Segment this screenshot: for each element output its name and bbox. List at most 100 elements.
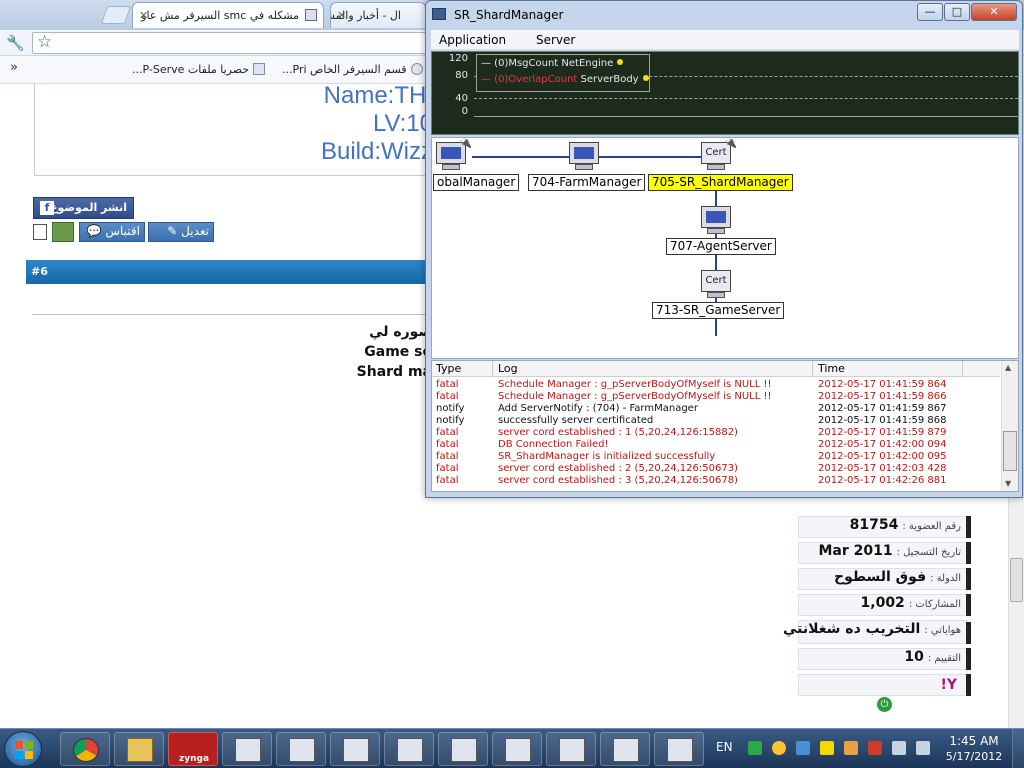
volume-icon[interactable] [916,741,930,755]
log-row[interactable]: notify successfully server certificated 20… [432,415,1000,427]
show-desktop-button[interactable] [1012,729,1024,768]
node-game-server[interactable]: 713-SR_GameServer [652,302,785,319]
column-separator[interactable] [492,361,493,377]
log-time: 2012-05-17 01:41:59 864 [818,379,947,390]
column-header-log[interactable]: Log [498,362,518,375]
cert-server-icon[interactable]: Cert 🔌 [701,138,737,172]
maximize-button[interactable]: □ [944,3,970,21]
column-separator[interactable] [812,361,813,377]
new-tab-button[interactable] [100,6,132,24]
log-row[interactable]: fatal SR_ShardManager is initialized succ… [432,451,1000,463]
speaker-tray-icon[interactable] [844,741,858,755]
taskbar-window[interactable] [330,732,380,766]
chevron-double-icon[interactable]: » [10,60,18,75]
close-icon[interactable]: ✕ [139,9,148,22]
tab-active[interactable]: ✕ مشكله في smc السيرفر مش عاو [132,2,324,28]
legend-entry: — (0)MsgCount NetEngine [481,58,624,69]
close-button[interactable]: ✕ [971,3,1017,21]
menu-server[interactable]: Server [536,33,575,47]
log-row[interactable]: fatal DB Connection Failed! 2012-05-17 01:… [432,439,1000,451]
window-title: SR_ShardManager [454,8,564,22]
yahoo-row[interactable]: Y! [798,674,968,696]
wrench-icon[interactable]: 🔧 [6,34,25,52]
log-list[interactable]: Type Log Time fatal Schedule Manager : g_… [431,360,1019,492]
clock-date[interactable]: 5/17/2012 [944,750,1004,763]
column-separator[interactable] [962,361,963,377]
taskbar-window[interactable] [654,732,704,766]
scroll-up-icon[interactable]: ▲ [1005,363,1011,372]
close-icon[interactable]: ✕ [337,9,346,22]
log-row[interactable]: fatal Schedule Manager : g_pServerBodyOfM… [432,391,1000,403]
address-bar[interactable]: ☆ [32,32,432,54]
scroll-down-icon[interactable]: ▼ [1005,479,1011,488]
taskbar-explorer[interactable] [114,732,164,766]
cert-server-icon[interactable]: Cert [701,270,731,300]
server-monitor-icon[interactable]: 🔌 [436,138,472,172]
clock-time[interactable]: 1:45 AM [944,734,1004,748]
multiquote-icon[interactable] [52,222,74,242]
menu-application[interactable]: Application [439,33,506,47]
yahoo-icon[interactable]: Y! [940,677,957,693]
edit-button[interactable]: تعديل ✎ [148,222,214,242]
user-info-value: التخريب ده شغلانتي [783,621,921,637]
network-tray-icon[interactable] [748,741,762,755]
divider [32,314,432,315]
taskbar-zynga[interactable]: zynga [168,732,218,766]
smiley-tray-icon[interactable] [772,741,786,755]
log-row[interactable]: fatal server cord established : 1 (5,20,2… [432,427,1000,439]
page-icon [305,9,317,21]
log-scrollbar[interactable]: ▲ ▼ [1001,361,1018,491]
column-header-time[interactable]: Time [818,362,845,375]
taskbar-window[interactable] [276,732,326,766]
gridline [474,98,1018,99]
quote-button[interactable]: اقتباس 💬 [79,222,145,242]
log-row[interactable]: fatal server cord established : 2 (5,20,2… [432,463,1000,475]
log-type: fatal [436,463,459,474]
log-row[interactable]: fatal server cord established : 3 (5,20,2… [432,475,1000,487]
taskbar: zynga EN 1:45 AM 5/17/2012 [0,728,1024,768]
star-icon[interactable]: ☆ [37,32,52,52]
scrollbar-thumb[interactable] [1010,558,1023,602]
tab-1[interactable]: ✕ ال - أخبار والمشاكل [330,2,426,28]
globe-tray-icon[interactable] [796,741,810,755]
user-info-label: الدولة : [930,573,961,584]
bookmark-2[interactable]: قسم السيرفر الخاص Pri... [282,63,423,76]
legend-series: NetEngine [561,58,614,69]
column-header-type[interactable]: Type [436,362,461,375]
bookmark-1[interactable]: حصريا ملفات P-Serve... [132,63,266,76]
taskbar-window[interactable] [600,732,650,766]
start-button[interactable] [4,731,42,767]
log-row[interactable]: notify Add ServerNotify : (704) - FarmMan… [432,403,1000,415]
taskbar-window[interactable] [384,732,434,766]
taskbar-window[interactable] [492,732,542,766]
app-window-icon [397,738,423,762]
node-shard-manager[interactable]: 705-SR_ShardManager [648,174,793,191]
monitor-tray-icon[interactable] [892,741,906,755]
language-indicator[interactable]: EN [716,740,733,754]
taskbar-window[interactable] [222,732,272,766]
node-farm-manager[interactable]: 704-FarmManager [528,174,646,191]
row-marker [966,674,971,696]
user-info-row: رقم العضوية :81754 [798,516,968,538]
filezilla-tray-icon[interactable] [820,741,834,755]
flag-tray-icon[interactable] [868,741,882,755]
user-info-label: رقم العضوية : [902,521,961,532]
post-text-line: Shard ma [356,364,432,380]
report-icon[interactable] [33,224,47,240]
log-time: 2012-05-17 01:42:00 095 [818,451,947,462]
server-monitor-icon[interactable] [569,142,599,172]
log-type: fatal [436,427,459,438]
server-monitor-icon[interactable] [701,206,731,236]
tab-0-title: مشكله في smc السيرفر مش عاو [141,9,299,22]
taskbar-window[interactable] [546,732,596,766]
taskbar-chrome[interactable] [60,732,110,766]
title-bar[interactable]: SR_ShardManager — □ ✕ [426,1,1022,29]
node-global-manager[interactable]: obalManager [433,174,520,191]
node-agent-server[interactable]: 707-AgentServer [666,238,776,255]
log-row[interactable]: fatal Schedule Manager : g_pServerBodyOfM… [432,379,1000,391]
minimize-button[interactable]: — [917,3,943,21]
log-message: server cord established : 1 (5,20,24,126… [498,427,738,438]
scrollbar-thumb[interactable] [1003,431,1017,471]
facebook-share-button[interactable]: f انشر الموضوع [33,197,134,219]
taskbar-window[interactable] [438,732,488,766]
